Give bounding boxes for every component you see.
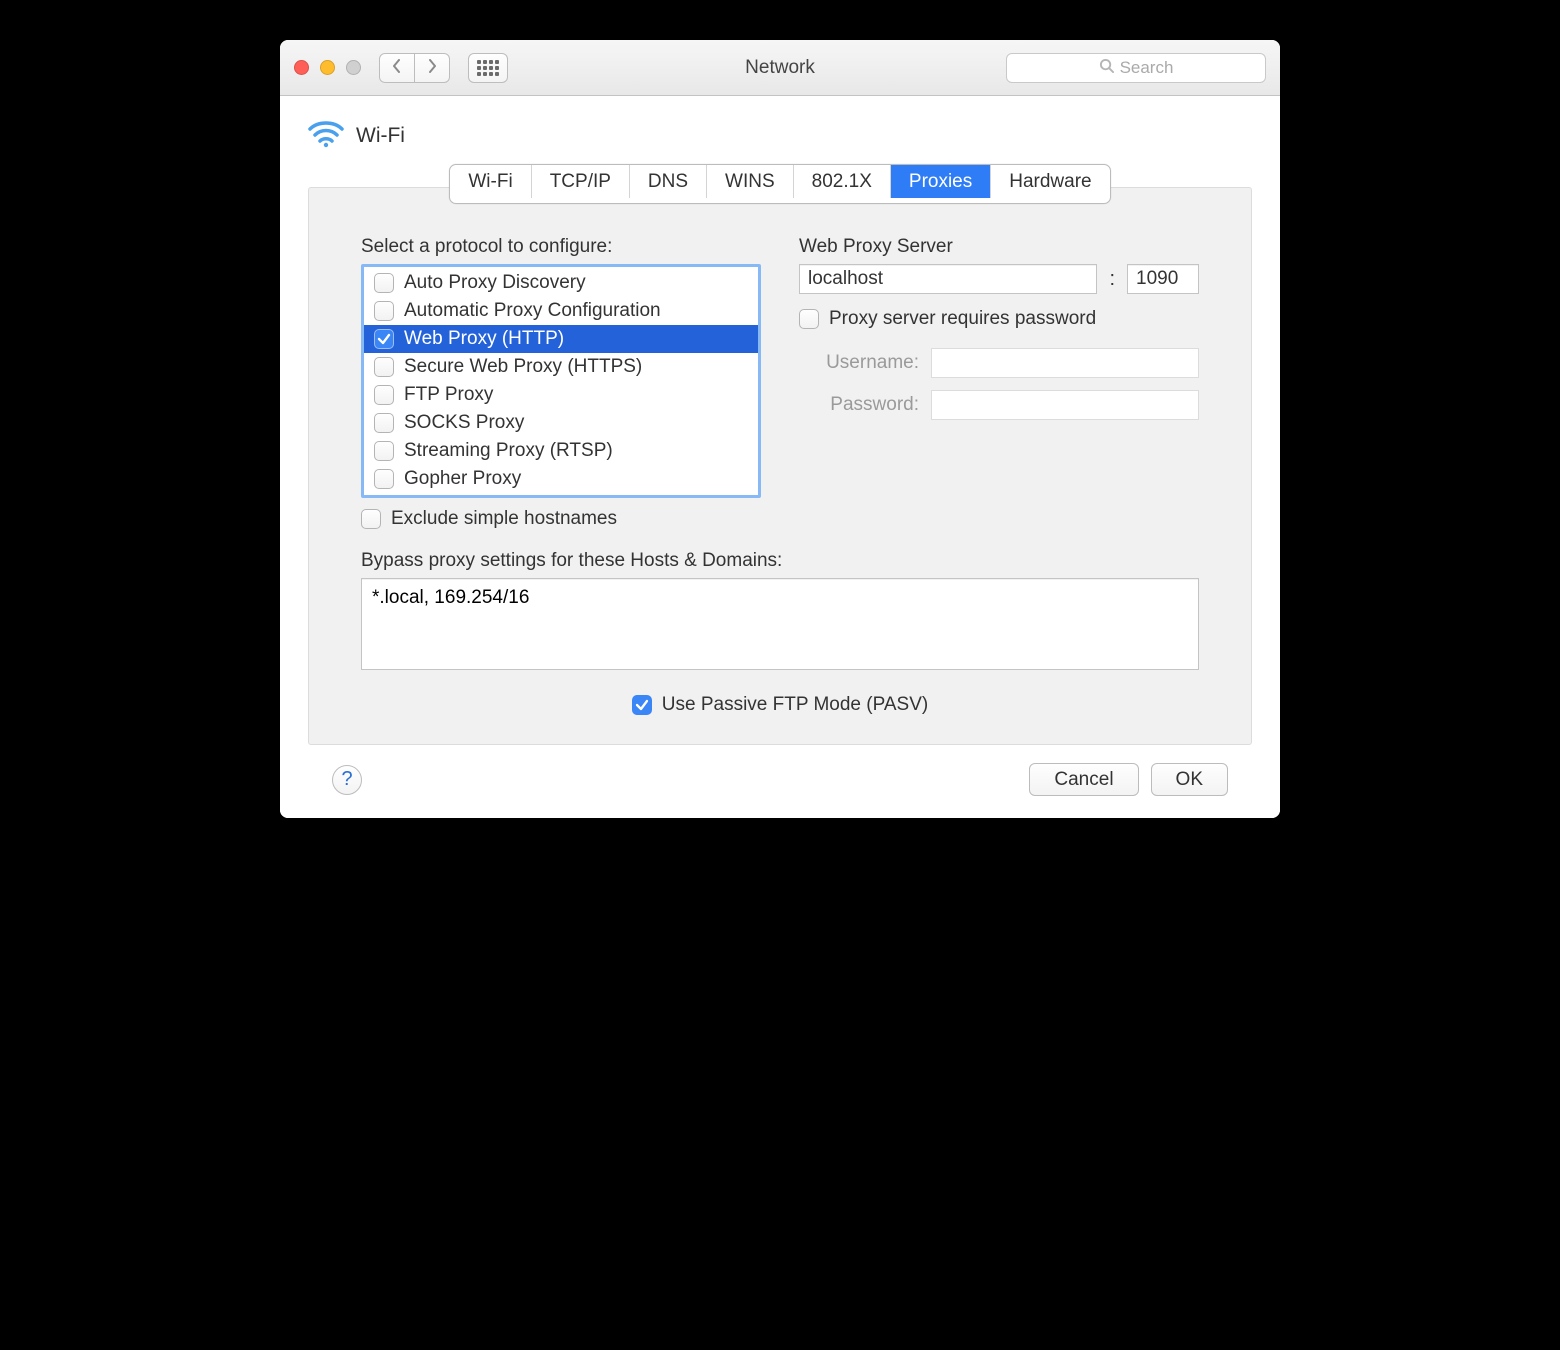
ok-button-label: OK bbox=[1176, 769, 1203, 791]
protocol-label: SOCKS Proxy bbox=[404, 412, 524, 434]
tab-hardware[interactable]: Hardware bbox=[991, 165, 1109, 198]
protocol-checkbox[interactable] bbox=[374, 469, 394, 489]
help-icon: ? bbox=[341, 768, 352, 791]
proxy-host-input[interactable] bbox=[799, 264, 1097, 294]
protocol-label: Auto Proxy Discovery bbox=[404, 272, 586, 294]
grid-icon bbox=[477, 60, 499, 76]
network-window: Network Search Wi-Fi Wi-FiTCP/IPDNSWINS8… bbox=[280, 40, 1280, 818]
protocol-checkbox[interactable] bbox=[374, 413, 394, 433]
protocol-row[interactable]: Gopher Proxy bbox=[364, 465, 758, 493]
tab-tcp-ip[interactable]: TCP/IP bbox=[532, 165, 630, 198]
passive-ftp-label: Use Passive FTP Mode (PASV) bbox=[662, 694, 928, 716]
protocol-row[interactable]: FTP Proxy bbox=[364, 381, 758, 409]
tab-802-1x[interactable]: 802.1X bbox=[794, 165, 891, 198]
search-field[interactable]: Search bbox=[1006, 53, 1266, 83]
tab-bar: Wi-FiTCP/IPDNSWINS802.1XProxiesHardware bbox=[308, 164, 1252, 204]
proxy-port-input[interactable] bbox=[1127, 264, 1199, 294]
protocol-checkbox[interactable] bbox=[374, 385, 394, 405]
proxies-panel: Select a protocol to configure: Auto Pro… bbox=[308, 187, 1252, 745]
minimize-window-button[interactable] bbox=[320, 60, 335, 75]
connection-header: Wi-Fi bbox=[308, 118, 1252, 154]
tab-dns[interactable]: DNS bbox=[630, 165, 707, 198]
protocol-row[interactable]: Secure Web Proxy (HTTPS) bbox=[364, 353, 758, 381]
protocol-checkbox[interactable] bbox=[374, 441, 394, 461]
window-controls bbox=[294, 60, 361, 75]
protocol-checkbox[interactable] bbox=[374, 273, 394, 293]
protocol-label: FTP Proxy bbox=[404, 384, 493, 406]
connection-name: Wi-Fi bbox=[356, 124, 405, 148]
search-placeholder: Search bbox=[1120, 58, 1174, 78]
username-label: Username: bbox=[799, 352, 919, 374]
password-input[interactable] bbox=[931, 390, 1199, 420]
passive-ftp-checkbox[interactable] bbox=[632, 695, 652, 715]
host-port-separator: : bbox=[1107, 268, 1117, 291]
ok-button[interactable]: OK bbox=[1151, 763, 1228, 796]
exclude-simple-checkbox[interactable] bbox=[361, 509, 381, 529]
chevron-left-icon bbox=[392, 58, 402, 78]
cancel-button[interactable]: Cancel bbox=[1029, 763, 1138, 796]
protocol-label: Gopher Proxy bbox=[404, 468, 521, 490]
protocol-label: Streaming Proxy (RTSP) bbox=[404, 440, 613, 462]
requires-password-label: Proxy server requires password bbox=[829, 308, 1096, 330]
protocol-heading: Select a protocol to configure: bbox=[361, 236, 761, 258]
wifi-icon bbox=[308, 118, 344, 154]
username-input[interactable] bbox=[931, 348, 1199, 378]
help-button[interactable]: ? bbox=[332, 765, 362, 795]
protocol-label: Automatic Proxy Configuration bbox=[404, 300, 661, 322]
chevron-right-icon bbox=[427, 58, 437, 78]
protocol-row[interactable]: Streaming Proxy (RTSP) bbox=[364, 437, 758, 465]
back-button[interactable] bbox=[379, 53, 415, 83]
protocol-checkbox[interactable] bbox=[374, 329, 394, 349]
dialog-footer: ? Cancel OK bbox=[308, 745, 1252, 818]
tab-proxies[interactable]: Proxies bbox=[891, 165, 991, 198]
protocol-row[interactable]: Web Proxy (HTTP) bbox=[364, 325, 758, 353]
forward-button[interactable] bbox=[415, 53, 450, 83]
nav-buttons bbox=[379, 53, 450, 83]
protocol-checkbox[interactable] bbox=[374, 301, 394, 321]
password-label: Password: bbox=[799, 394, 919, 416]
proxy-server-heading: Web Proxy Server bbox=[799, 236, 1199, 258]
protocol-label: Secure Web Proxy (HTTPS) bbox=[404, 356, 642, 378]
show-all-button[interactable] bbox=[468, 53, 508, 83]
tab-wi-fi[interactable]: Wi-Fi bbox=[450, 165, 531, 198]
bypass-textarea[interactable] bbox=[361, 578, 1199, 670]
search-icon bbox=[1099, 58, 1114, 78]
protocol-checkbox[interactable] bbox=[374, 357, 394, 377]
protocol-row[interactable]: Automatic Proxy Configuration bbox=[364, 297, 758, 325]
bypass-heading: Bypass proxy settings for these Hosts & … bbox=[361, 550, 1199, 572]
close-window-button[interactable] bbox=[294, 60, 309, 75]
protocol-row[interactable]: SOCKS Proxy bbox=[364, 409, 758, 437]
tab-wins[interactable]: WINS bbox=[707, 165, 794, 198]
window-body: Wi-Fi Wi-FiTCP/IPDNSWINS802.1XProxiesHar… bbox=[280, 96, 1280, 818]
cancel-button-label: Cancel bbox=[1054, 769, 1113, 791]
titlebar: Network Search bbox=[280, 40, 1280, 96]
zoom-window-button[interactable] bbox=[346, 60, 361, 75]
protocol-list[interactable]: Auto Proxy Discovery Automatic Proxy Conf… bbox=[361, 264, 761, 498]
protocol-row[interactable]: Auto Proxy Discovery bbox=[364, 269, 758, 297]
requires-password-checkbox[interactable] bbox=[799, 309, 819, 329]
protocol-label: Web Proxy (HTTP) bbox=[404, 328, 564, 350]
exclude-simple-label: Exclude simple hostnames bbox=[391, 508, 617, 530]
